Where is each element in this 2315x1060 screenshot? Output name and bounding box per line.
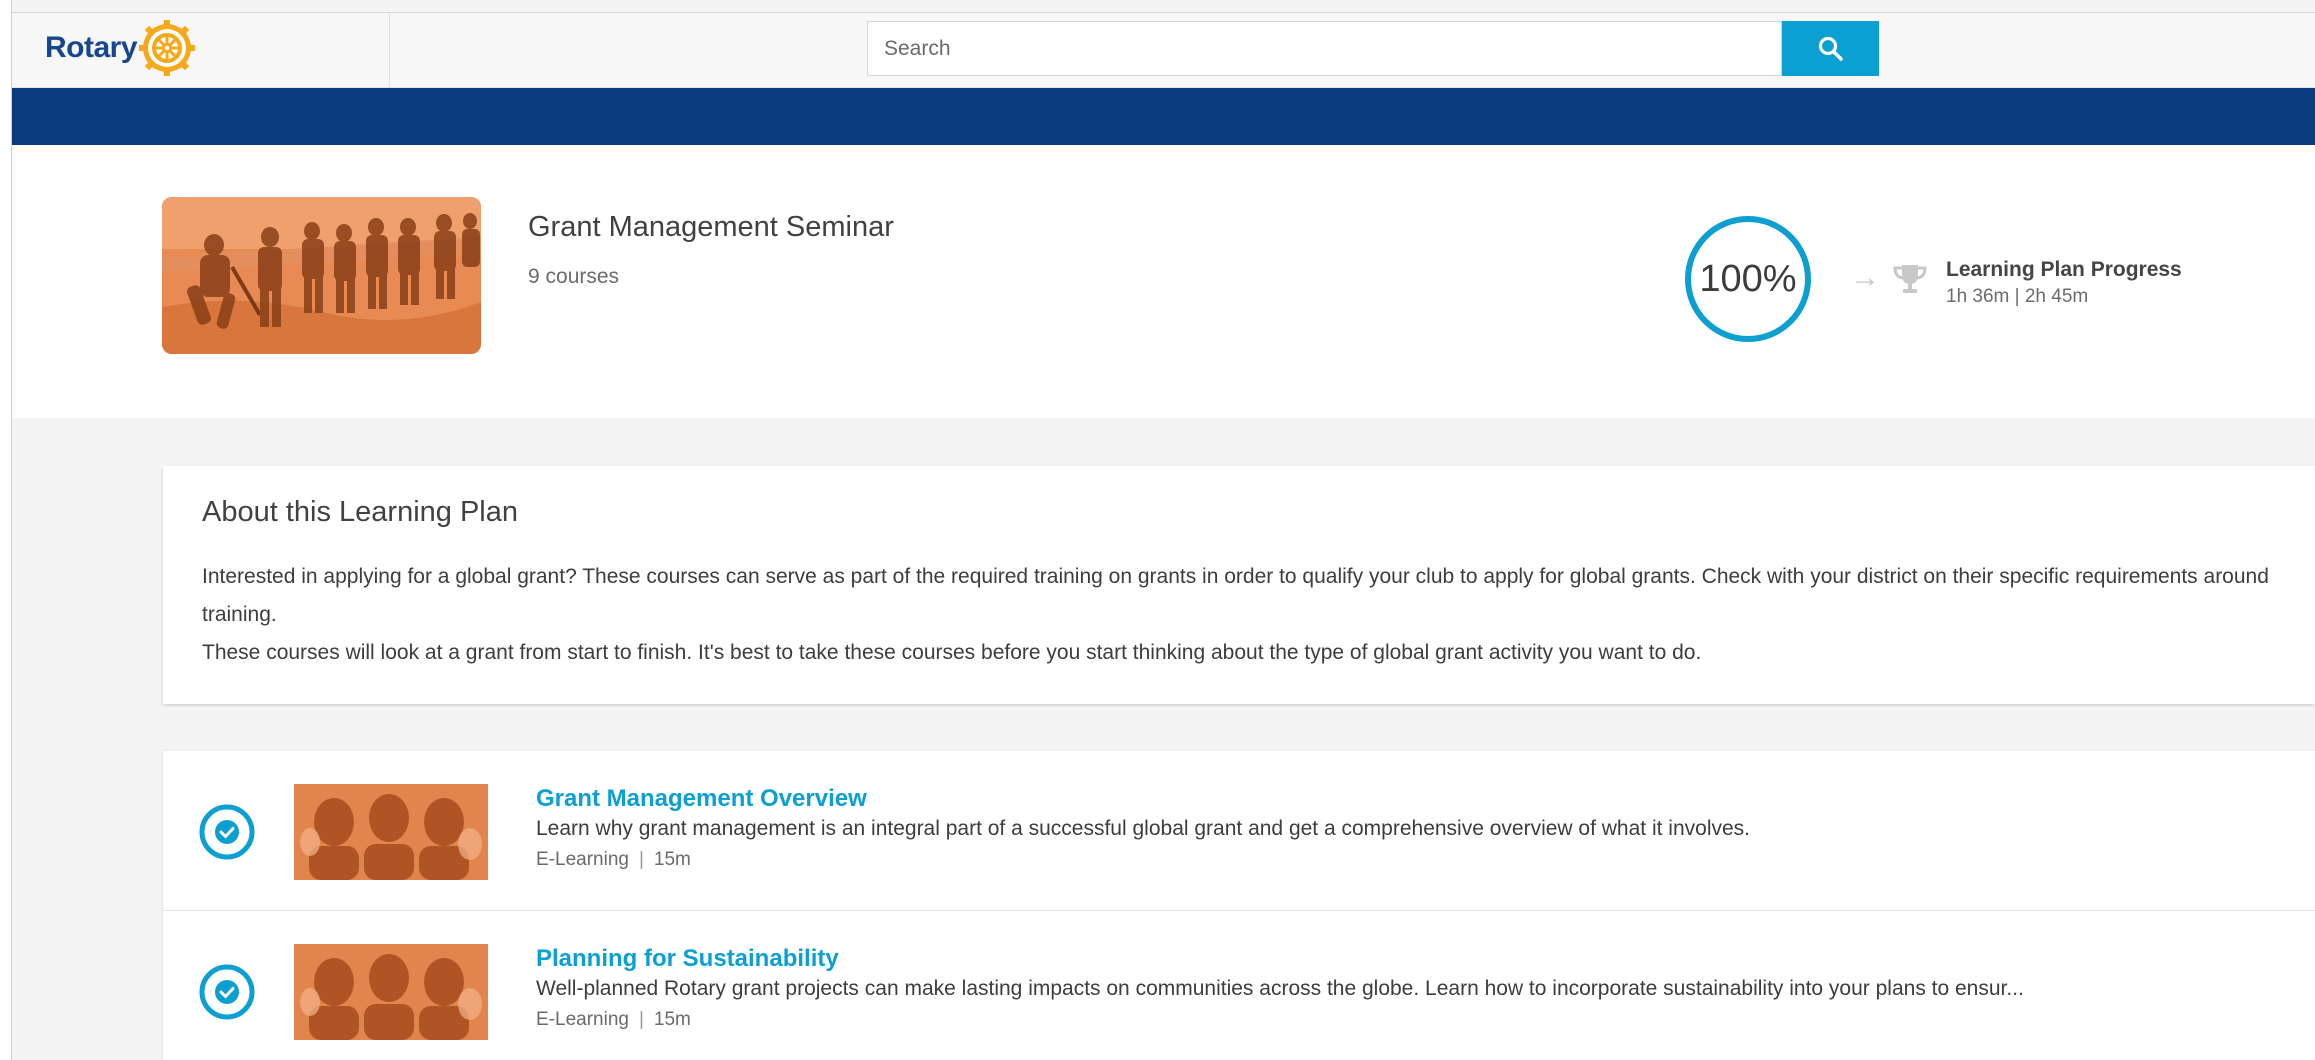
progress-label: Learning Plan Progress (1946, 258, 2182, 281)
course-thumbnail[interactable] (294, 944, 488, 1040)
course-title-link[interactable]: Planning for Sustainability (536, 945, 839, 973)
course-type: E-Learning (536, 1009, 629, 1030)
progress-time: 1h 36m | 2h 45m (1946, 286, 2089, 307)
course-meta: E-Learning | 15m (536, 1009, 691, 1031)
learning-plan-header: Grant Management Seminar 9 courses 100% … (12, 145, 2315, 418)
plan-title: Grant Management Seminar (528, 211, 894, 243)
course-meta: E-Learning | 15m (536, 849, 691, 871)
volunteers-digging-image (162, 197, 481, 354)
check-circle-icon (199, 964, 255, 1020)
logo[interactable]: Rotary (12, 13, 390, 88)
search-button[interactable] (1782, 21, 1879, 76)
course-list: Grant Management Overview Learn why gran… (163, 751, 2315, 1060)
course-type: E-Learning (536, 849, 629, 870)
meta-separator: | (638, 1009, 644, 1030)
course-thumbnail[interactable] (294, 784, 488, 880)
course-description: Well-planned Rotary grant projects can m… (536, 977, 2024, 1000)
top-header: Rotary (12, 12, 2315, 88)
course-title-link[interactable]: Grant Management Overview (536, 785, 867, 813)
trophy-icon (1893, 265, 1927, 293)
check-circle-icon (199, 804, 255, 860)
plan-thumbnail-image (162, 197, 481, 354)
about-card: About this Learning Plan Interested in a… (163, 466, 2315, 704)
arrow-right-icon: → (1850, 261, 1880, 294)
page: Rotary Search Grant Management Seminar 9… (0, 0, 2315, 1060)
course-duration: 15m (653, 849, 691, 870)
about-paragraph-2: These courses will look at a grant from … (202, 641, 1702, 664)
course-description: Learn why grant management is an integra… (536, 817, 1751, 840)
search-icon (1818, 36, 1843, 61)
group-photo-image (294, 784, 488, 880)
course-item[interactable]: Planning for Sustainability Well-planned… (163, 911, 2315, 1060)
meta-separator: | (638, 849, 644, 870)
rotary-wheel-icon (139, 20, 195, 76)
about-title: About this Learning Plan (202, 496, 518, 528)
course-duration: 15m (653, 1009, 691, 1030)
about-description: Interested in applying for a global gran… (202, 558, 2302, 672)
group-photo-image (294, 944, 488, 1040)
nav-band (12, 88, 2315, 145)
course-count: 9 courses (528, 265, 620, 288)
progress-percent: 100% (1699, 258, 1797, 300)
window-edge (0, 0, 12, 1060)
course-item[interactable]: Grant Management Overview Learn why gran… (163, 751, 2315, 911)
search-input[interactable] (867, 21, 1782, 76)
about-paragraph-1: Interested in applying for a global gran… (202, 565, 2269, 626)
logo-text: Rotary (45, 31, 138, 64)
